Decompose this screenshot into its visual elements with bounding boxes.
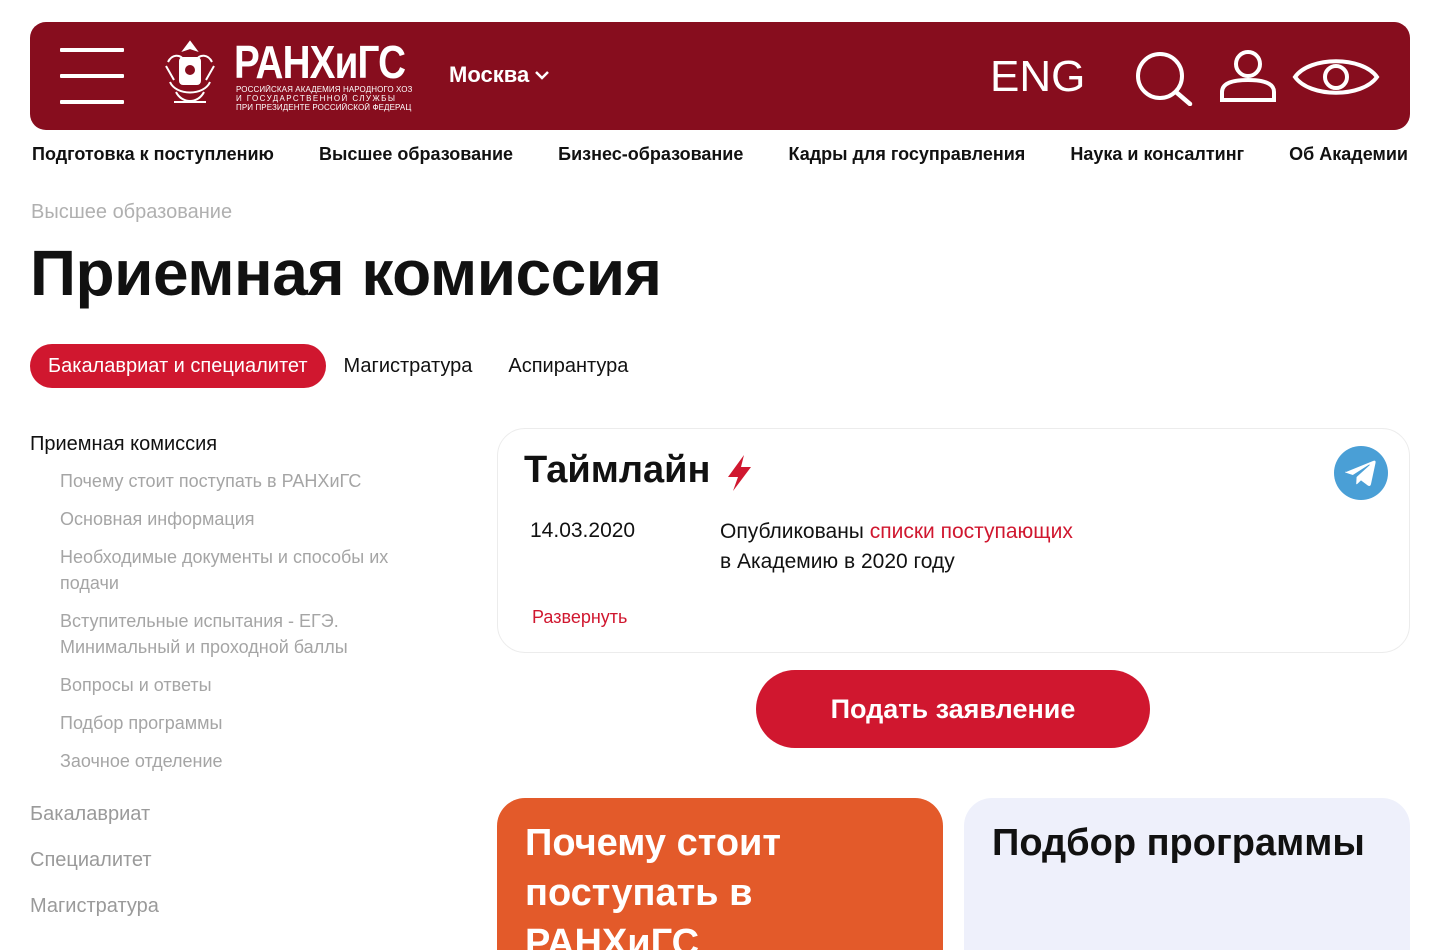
sidebar-section-bachelor[interactable]: Бакалавриат (30, 800, 430, 828)
language-switch[interactable]: ENG (990, 52, 1085, 102)
eye-icon[interactable] (1292, 52, 1380, 102)
timeline-title: Таймлайн (524, 449, 711, 491)
sidebar-item-why[interactable]: Почему стоит поступать в РАНХиГС (30, 468, 430, 494)
logo-subtitle: Российская академия народного хозяйства … (236, 85, 412, 112)
timeline-text-before: Опубликованы (720, 520, 870, 543)
program-select-card-title: Подбор программы (992, 822, 1365, 864)
logo-subtitle-line: при президенте российской федерации (236, 103, 412, 112)
lightning-icon (728, 455, 751, 491)
expand-link[interactable]: Развернуть (532, 607, 627, 628)
logo-subtitle-line: и государственной службы (236, 94, 397, 103)
sidebar-item-faq[interactable]: Вопросы и ответы (30, 672, 430, 698)
sidebar-heading[interactable]: Приемная комиссия (30, 430, 430, 458)
nav-item-higher-education[interactable]: Высшее образование (319, 144, 513, 170)
timeline-entry-text: Опубликованы списки поступающих в Академ… (720, 517, 1340, 577)
telegram-icon[interactable] (1333, 445, 1389, 501)
logo-title[interactable]: РАНХиГС (234, 38, 406, 86)
program-select-card[interactable]: Подбор программы (964, 798, 1410, 950)
sidebar-section-master[interactable]: Магистратура (30, 892, 430, 920)
site-header: РАНХиГС Российская академия народного хо… (30, 22, 1410, 130)
sidebar-section-specialist[interactable]: Специалитет (30, 846, 430, 874)
logo-subtitle-line: Российская академия народного хозяйства (236, 85, 412, 94)
sidebar-item-main-info[interactable]: Основная информация (30, 506, 430, 532)
breadcrumb[interactable]: Высшее образование (31, 201, 232, 224)
applicants-list-link[interactable]: списки поступающих (870, 520, 1073, 543)
nav-item-government-staff[interactable]: Кадры для госуправления (789, 144, 1026, 170)
tab-postgraduate[interactable]: Аспирантура (490, 344, 646, 388)
city-label: Москва (449, 62, 530, 87)
timeline-text-after: в Академию в 2020 году (720, 550, 955, 573)
nav-item-science-consulting[interactable]: Наука и консалтинг (1070, 144, 1244, 170)
sidebar-item-exams[interactable]: Вступительные испытания - ЕГЭ. Минимальн… (30, 608, 430, 660)
why-study-card-title: Почему стоит поступать в РАНХиГС (525, 822, 781, 950)
tab-bachelor-specialist[interactable]: Бакалавриат и специалитет (30, 344, 326, 388)
emblem-logo[interactable] (160, 36, 220, 112)
tab-master[interactable]: Магистратура (326, 344, 491, 388)
menu-icon[interactable] (60, 48, 124, 104)
nav-item-about[interactable]: Об Академии (1289, 144, 1408, 170)
apply-button[interactable]: Подать заявление (756, 670, 1150, 748)
timeline-card: Таймлайн 14.03.2020 Опубликованы списки … (497, 428, 1410, 653)
why-study-card[interactable]: Почему стоит поступать в РАНХиГС (497, 798, 943, 950)
main-navigation: Подготовка к поступлению Высшее образова… (32, 144, 1408, 170)
city-selector[interactable]: Москва (449, 62, 550, 88)
nav-item-admission-prep[interactable]: Подготовка к поступлению (32, 144, 274, 170)
timeline-date: 14.03.2020 (530, 519, 636, 542)
program-tabs: Бакалавриат и специалитет Магистратура А… (30, 344, 646, 388)
sidebar: Приемная комиссия Почему стоит поступать… (30, 430, 430, 920)
user-icon[interactable] (1218, 50, 1278, 104)
chevron-down-icon (535, 71, 550, 80)
sidebar-item-program-select[interactable]: Подбор программы (30, 710, 430, 736)
sidebar-item-documents[interactable]: Необходимые документы и способы их подач… (30, 544, 430, 596)
nav-item-business-education[interactable]: Бизнес-образование (558, 144, 743, 170)
sidebar-item-extramural[interactable]: Заочное отделение (30, 748, 430, 774)
page-title: Приемная комиссия (30, 237, 662, 309)
search-icon[interactable] (1134, 50, 1196, 106)
